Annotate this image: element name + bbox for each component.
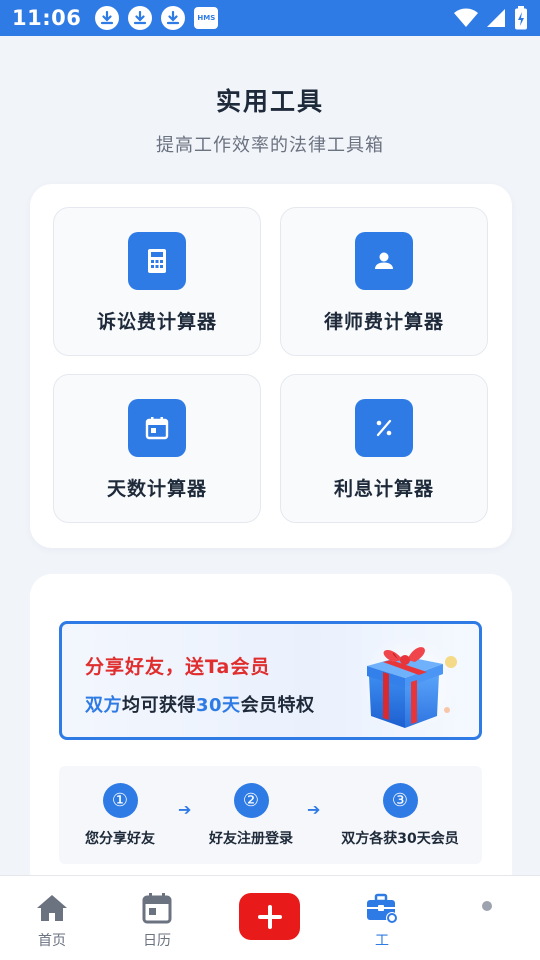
share-steps: ① 您分享好友 ➔ ② 好友注册登录 ➔ ③ 双方各获30天会员 (59, 766, 482, 864)
step-label: 好友注册登录 (209, 831, 293, 847)
step-label: 您分享好友 (85, 831, 155, 847)
add-icon (257, 904, 282, 929)
litigation-fee-calculator-button[interactable]: 诉讼费计算器 (53, 207, 261, 356)
days-calculator-button[interactable]: 天数计算器 (53, 374, 261, 523)
signal-icon (487, 9, 505, 27)
percent-icon (355, 399, 413, 457)
page-title: 实用工具 (215, 87, 324, 116)
share-promo-banner[interactable]: 分享好友，送Ta会员 双方均可获得30天会员特权 (59, 621, 482, 740)
tool-label: 天数计算器 (106, 478, 207, 500)
profile-icon (479, 892, 495, 924)
download-icon (95, 6, 120, 30)
banner-subtitle: 双方均可获得30天会员特权 (85, 695, 315, 716)
calendar-icon (128, 399, 186, 457)
step-both-get-membership: ③ 双方各获30天会员 (340, 766, 460, 864)
tab-label: 首页 (38, 933, 66, 949)
step-number: ① (102, 783, 138, 818)
tab-calendar[interactable]: 日历 (117, 876, 197, 960)
wifi-icon (454, 8, 478, 27)
lawyer-fee-calculator-button[interactable]: 律师费计算器 (280, 207, 488, 356)
tool-label: 律师费计算器 (323, 311, 444, 333)
step-label: 双方各获30天会员 (341, 831, 459, 847)
tool-label: 诉讼费计算器 (96, 311, 217, 333)
tab-profile[interactable] (447, 876, 527, 960)
status-time: 11:06 (12, 6, 82, 30)
calculator-icon (128, 232, 186, 290)
step-friend-register: ② 好友注册登录 (207, 766, 295, 864)
battery-charging-icon (515, 6, 527, 30)
step-number: ③ (382, 783, 418, 818)
toolbox-icon (365, 892, 399, 924)
tab-home[interactable]: 首页 (12, 876, 92, 960)
page-subtitle: 提高工作效率的法律工具箱 (156, 135, 384, 156)
arrow-right-icon: ➔ (178, 800, 192, 819)
tab-tools[interactable]: 工 (342, 876, 422, 960)
share-card: 分享好友，送Ta会员 双方均可获得30天会员特权 ① 您分享好友 ➔ ② 好友注… (30, 574, 512, 894)
home-icon (36, 892, 68, 924)
hms-icon: HMS (194, 7, 219, 29)
interest-calculator-button[interactable]: 利息计算器 (280, 374, 488, 523)
calendar-icon (142, 892, 172, 924)
download-icon (161, 6, 186, 30)
system-icons (454, 6, 528, 30)
status-bar: 11:06 HMS (0, 0, 540, 36)
tools-card: 诉讼费计算器 律师费计算器 天数计算器 利息计算器 (30, 184, 512, 548)
person-icon (355, 232, 413, 290)
step-number: ② (233, 783, 269, 818)
download-icon (128, 6, 153, 30)
gift-box-icon (353, 632, 465, 736)
add-button[interactable] (239, 893, 300, 940)
arrow-right-icon: ➔ (307, 800, 321, 819)
tab-label: 日历 (143, 933, 171, 949)
banner-title: 分享好友，送Ta会员 (85, 656, 271, 678)
tool-label: 利息计算器 (333, 478, 434, 500)
bottom-tab-bar: 首页 日历 工 (0, 875, 540, 960)
notification-icons: HMS (95, 6, 219, 30)
tab-label: 工 (375, 933, 389, 949)
step-share-friend: ① 您分享好友 (83, 766, 157, 864)
